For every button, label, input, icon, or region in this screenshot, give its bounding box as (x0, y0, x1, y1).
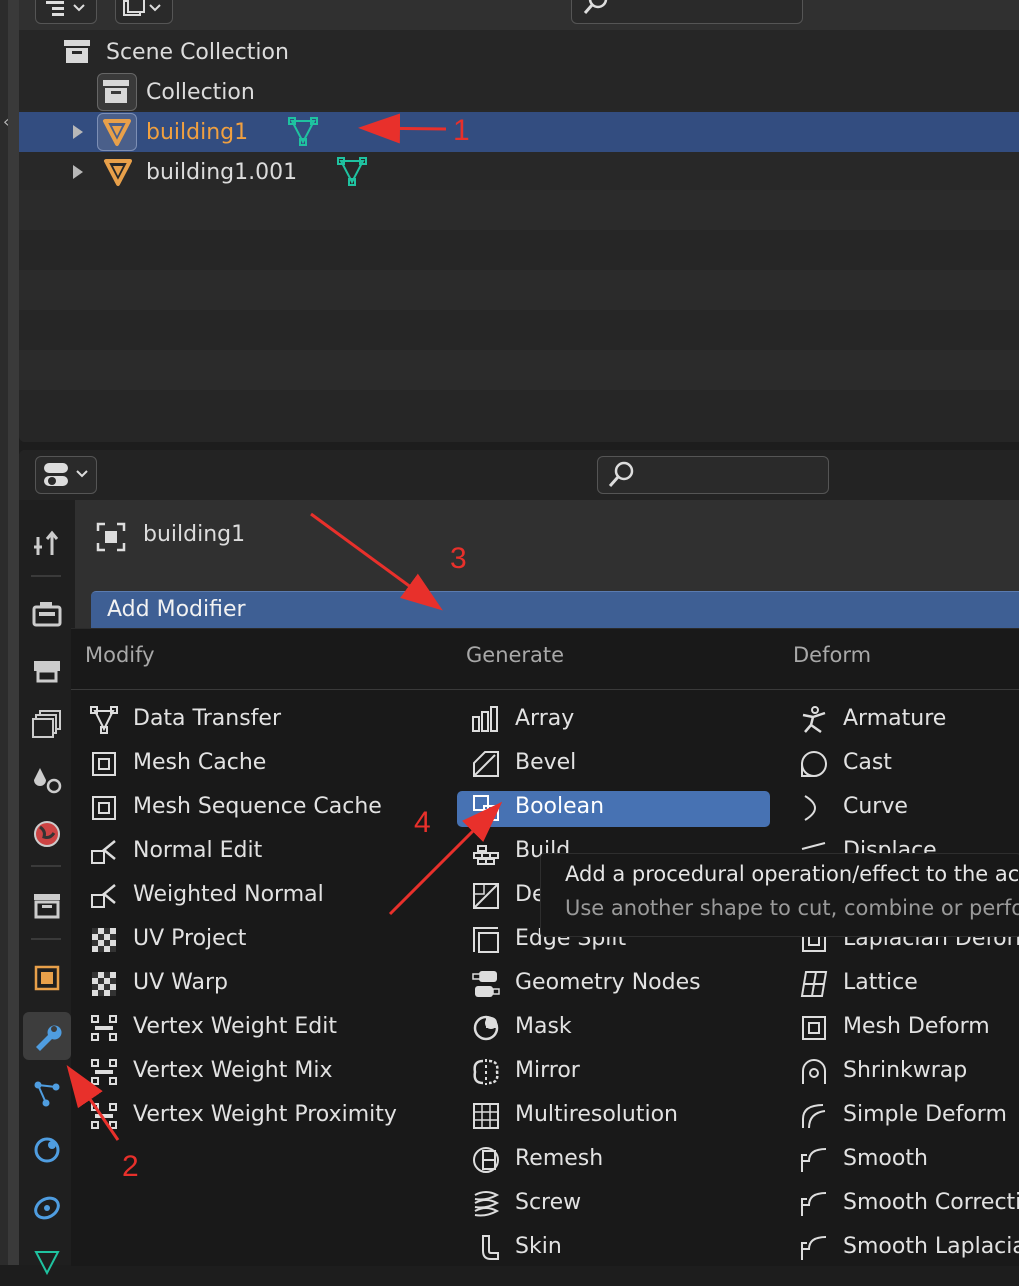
annotation-arrow-4 (388, 801, 503, 916)
annotation-label-4: 4 (414, 806, 431, 839)
annotation-arrow-2 (66, 1065, 120, 1141)
annotation-arrow-1 (358, 113, 447, 144)
annotation-overlay (66, 113, 503, 1141)
annotation-label-1: 1 (453, 114, 470, 147)
annotation-label-3: 3 (450, 542, 467, 575)
annotation-arrow-3 (310, 512, 443, 611)
annotation-label-2: 2 (122, 1150, 139, 1183)
